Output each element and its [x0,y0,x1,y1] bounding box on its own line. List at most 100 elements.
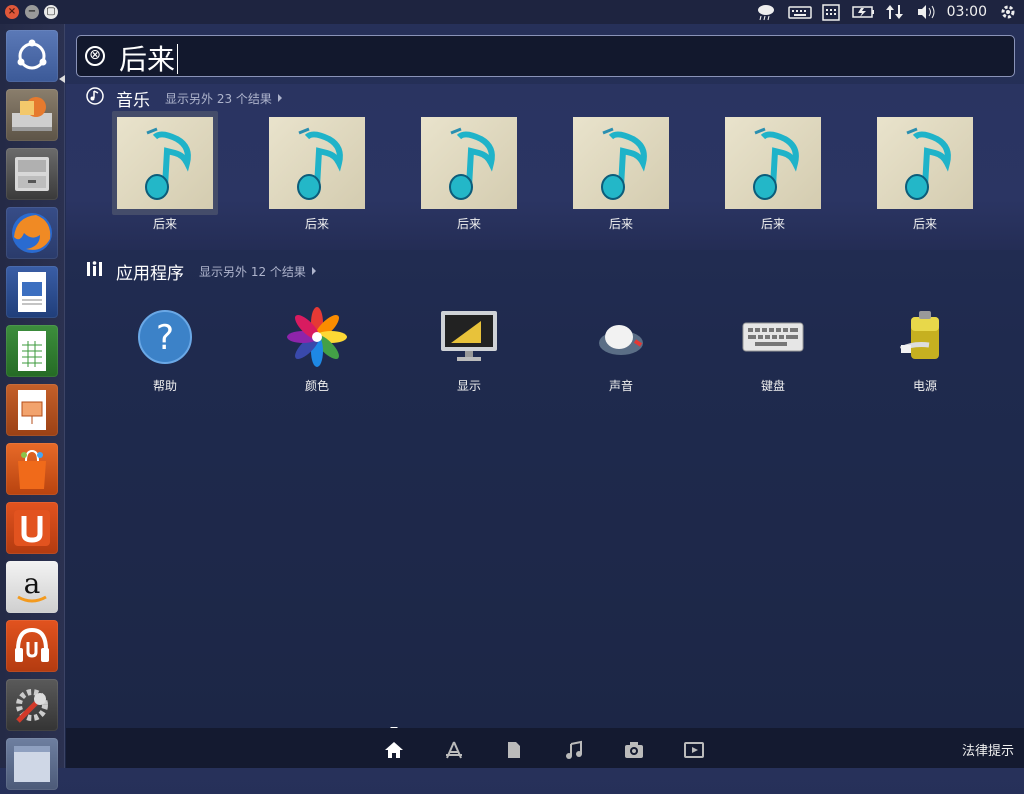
keyboard-icon[interactable] [788,3,812,21]
svg-text:?: ? [156,318,174,358]
music-result-label: 后来 [456,217,481,231]
search-field[interactable]: ⊗ 后来 [76,35,1015,77]
apps-more-label: 显示另外 12 个结果 [199,265,306,279]
home-lens-icon[interactable] [384,740,404,760]
battery-power-icon [893,305,957,369]
application-label: 显示 [456,379,481,393]
svg-text:a: a [24,567,41,600]
ubuntu-one-music-button[interactable] [6,620,58,672]
text-cursor [177,44,179,74]
keyboard-icon [741,305,805,369]
music-result-item[interactable]: 后来 [725,117,821,232]
impress-icon [18,390,46,430]
video-lens-icon[interactable] [684,740,704,760]
display-monitor-icon [437,305,501,369]
music-result-label: 后来 [760,217,785,231]
battery-icon[interactable] [852,3,876,21]
firefox-icon [12,213,52,253]
music-result-item[interactable]: 后来 [117,117,213,232]
volume-icon[interactable] [916,3,940,21]
sound-knob-icon [589,305,653,369]
search-query: 后来 [119,43,176,76]
expand-arrow-icon [277,94,282,102]
album-art-thumbnail [269,117,365,209]
application-label: 键盘 [760,379,785,393]
installer-icon [12,97,52,131]
music-result-item[interactable]: 后来 [877,117,973,232]
application-result-keyboard[interactable]: 键盘 [713,305,833,394]
launcher: a [0,24,65,790]
calendar-icon[interactable] [821,3,845,21]
album-art-thumbnail [877,117,973,209]
firefox-button[interactable] [6,207,58,259]
active-indicator [59,75,65,83]
clock[interactable]: 03:00 [947,4,987,20]
workspaces-icon [14,746,50,782]
music-result-item[interactable]: 后来 [421,117,517,232]
application-label: 颜色 [304,379,329,393]
system-settings-button[interactable] [6,679,58,731]
apps-more-results-link[interactable]: 显示另外 12 个结果 [199,263,316,280]
maximize-window-button[interactable]: ▢ [44,5,58,19]
clear-search-icon[interactable]: ⊗ [85,46,105,66]
weather-icon[interactable] [756,3,780,21]
calc-icon [18,331,46,371]
application-label: 电源 [912,379,937,393]
album-art-thumbnail [573,117,669,209]
legal-notice-link[interactable]: 法律提示 [962,740,1014,759]
amazon-icon: a [17,567,47,603]
application-label: 帮助 [152,379,177,393]
software-center-button[interactable] [6,443,58,495]
music-note-icon [86,87,104,105]
network-icon[interactable] [884,3,908,21]
music-result-item[interactable]: 后来 [269,117,365,232]
application-result-color-flower[interactable]: 颜色 [257,305,377,394]
application-result-battery-power[interactable]: 电源 [865,305,985,394]
music-result-label: 后来 [304,217,329,231]
minimize-window-button[interactable]: − [25,5,39,19]
application-result-help[interactable]: ? 帮助 [105,305,225,394]
application-result-display-monitor[interactable]: 显示 [409,305,529,394]
dash-home-button[interactable] [6,30,58,82]
ubuntu-one-icon [14,510,50,546]
color-flower-icon [285,305,349,369]
music-result-item[interactable]: 后来 [573,117,669,232]
album-art-thumbnail [421,117,517,209]
expand-arrow-icon [311,267,316,275]
amazon-button[interactable]: a [6,561,58,613]
music-more-label: 显示另外 23 个结果 [165,92,272,106]
application-result-sound-knob[interactable]: 声音 [561,305,681,394]
music-category-title: 音乐 [116,91,150,111]
headphones-icon [15,627,49,662]
workspace-switcher-button[interactable] [6,738,58,790]
file-cabinet-icon [15,157,49,191]
applications-icon [87,261,102,276]
album-art-thumbnail [117,117,213,209]
settings-wrench-icon [16,689,48,723]
gear-icon[interactable] [998,3,1022,21]
application-label: 声音 [608,379,633,393]
help-icon: ? [133,305,197,369]
applications-lens-icon[interactable] [444,740,464,760]
apps-category-title: 应用程序 [116,264,184,284]
lens-bar [66,728,1024,768]
music-result-label: 后来 [152,217,177,231]
album-art-thumbnail [725,117,821,209]
shopping-bag-icon [18,449,46,489]
music-result-label: 后来 [608,217,633,231]
music-lens-icon[interactable] [564,740,584,760]
software-updater-button[interactable] [6,89,58,141]
libreoffice-calc-button[interactable] [6,325,58,377]
ubuntu-logo-icon [17,39,47,70]
files-lens-icon[interactable] [504,740,524,760]
ubuntu-one-button[interactable] [6,502,58,554]
close-window-button[interactable]: × [5,5,19,19]
libreoffice-writer-button[interactable] [6,266,58,318]
writer-icon [18,272,46,312]
music-result-label: 后来 [912,217,937,231]
music-more-results-link[interactable]: 显示另外 23 个结果 [165,90,282,107]
top-panel: × − ▢ 03:00 [0,0,1024,24]
files-button[interactable] [6,148,58,200]
libreoffice-impress-button[interactable] [6,384,58,436]
photos-lens-icon[interactable] [624,740,644,760]
